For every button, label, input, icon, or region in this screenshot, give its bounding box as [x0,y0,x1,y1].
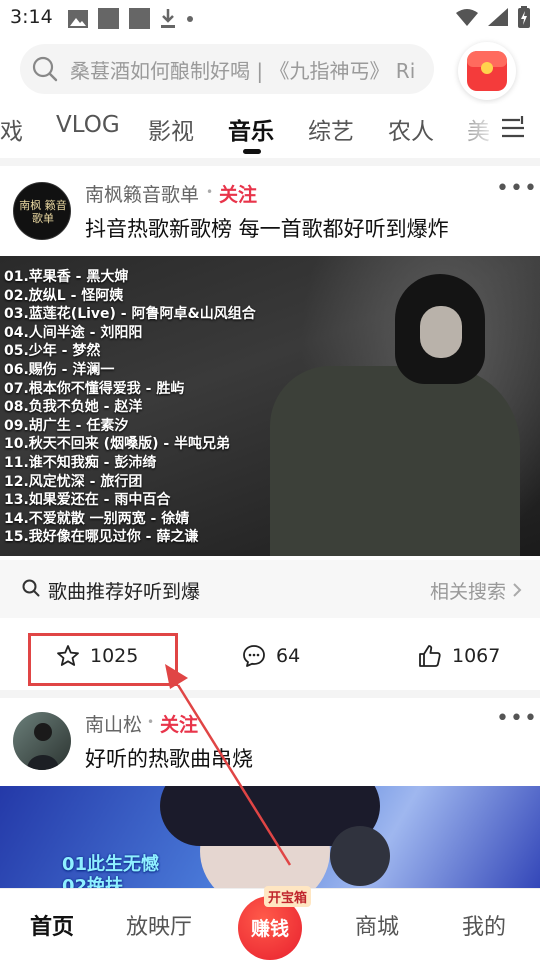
category-tabs: 戏 VLOG 影视 音乐 综艺 农人 美 [0,104,540,156]
tab-music[interactable]: 音乐 [228,112,274,146]
app-notification-icon [129,8,150,29]
tab-game[interactable]: 戏 [0,112,23,146]
active-tab-indicator [243,149,261,154]
song-item: 08.负我不负她 - 赵洋 [4,399,143,416]
avatar-figure [27,723,59,770]
app-notification-icon [98,8,119,29]
avatar[interactable]: 南枫 籁音歌单 [13,182,71,240]
song-list: 01.苹果香 - 黑大婶 02.放纵L - 怪阿姨 03.蓝莲花(Live) - 阿… [4,268,256,547]
red-packet-button[interactable] [458,42,516,100]
song-item: 12.风定忧深 - 旅行团 [4,473,143,490]
search-placeholder: 桑葚酒如何酿制好喝 | 《九指神丐》 Ri [70,59,416,83]
comment-count: 64 [276,645,301,667]
song-item: 13.如果爱还在 - 雨中百合 [4,492,171,509]
follow-button[interactable]: 关注 [219,180,257,207]
avatar[interactable] [13,712,71,770]
like-button[interactable]: 1067 [418,624,500,688]
song-item: 11.谁不知我痴 - 彭沛绮 [4,454,157,471]
nav-home[interactable]: 首页 [30,909,74,941]
nav-mall[interactable]: 商城 [355,909,399,941]
divider [0,690,540,698]
post-title[interactable]: 抖音热歌新歌榜 每一首歌都好听到爆炸 [85,213,449,243]
related-search-link[interactable]: 相关搜索 [430,577,506,604]
song-item: 04.人间半途 - 刘阳阳 [4,324,143,341]
nav-theater[interactable]: 放映厅 [126,909,192,941]
song-item: 06.赐伤 - 洋澜一 [4,361,115,378]
comment-icon [243,645,265,667]
thumbnail-figure-face [420,306,462,358]
song-item: 01.苹果香 - 黑大婶 [4,269,129,285]
more-options-icon[interactable]: ••• [496,706,538,731]
post-title[interactable]: 好听的热歌曲串烧 [85,743,253,773]
status-bar: 3:14 [0,0,540,36]
wifi-icon [456,9,478,26]
song-item: 05.少年 - 梦然 [4,343,101,360]
status-time: 3:14 [10,6,53,28]
channel-menu-icon[interactable] [500,116,526,140]
chevron-right-icon [513,583,522,597]
more-options-icon[interactable]: ••• [496,176,538,201]
author-name[interactable]: 南枫籁音歌单 [85,180,199,207]
nav-me[interactable]: 我的 [462,909,506,941]
search-icon [22,579,40,597]
song-item: 09.胡广生 - 任素汐 [4,417,129,434]
earn-label: 赚钱 [250,918,289,940]
search-icon [32,56,58,82]
like-count: 1067 [452,645,501,667]
song-item: 15.我好像在哪见过你 - 薛之谦 [4,529,199,546]
dot-icon [187,15,193,22]
tab-film[interactable]: 影视 [148,112,194,146]
related-search-bar[interactable]: 歌曲推荐好听到爆 相关搜索 [0,560,540,618]
song-item: 10.秋天不回来 (烟嗓版) - 半吨兄弟 [4,436,231,453]
tab-farmer[interactable]: 农人 [388,112,434,146]
author-name[interactable]: 南山松 [85,710,142,737]
battery-icon [518,6,530,28]
video-thumbnail[interactable]: 01此生无憾 02挽扶 [0,786,540,890]
treasure-box-badge[interactable]: 开宝箱 [264,886,312,907]
separator-dot: • [147,715,155,729]
song-item: 02.放纵L - 怪阿姨 [4,287,124,304]
follow-button[interactable]: 关注 [160,710,198,737]
separator-dot: • [206,185,214,199]
download-icon [161,8,175,28]
song-item: 14.不爱就散 一别两宽 - 徐婧 [4,510,190,527]
tab-variety[interactable]: 综艺 [308,112,354,146]
system-icons [456,6,530,28]
thumbnail-figure [270,366,520,556]
avatar-logo-text: 南枫 籁音歌单 [19,199,67,225]
divider [0,158,540,166]
notification-icons [68,8,194,29]
search-bar[interactable]: 桑葚酒如何酿制好喝 | 《九指神丐》 Ri [20,44,434,94]
video-thumbnail[interactable]: 01.苹果香 - 黑大婶 02.放纵L - 怪阿姨 03.蓝莲花(Live) - 阿… [0,256,540,556]
song-item: 03.蓝莲花(Live) - 阿鲁阿卓&山风组合 [4,306,256,323]
signal-icon [488,8,508,26]
related-query: 歌曲推荐好听到爆 [48,581,201,603]
thumbs-up-icon [419,645,441,667]
tab-fade [440,104,500,156]
highlight-box [28,633,178,686]
red-packet-coin [481,62,493,74]
comment-button[interactable]: 64 [242,624,300,688]
gallery-icon [68,9,88,28]
song-item: 07.根本你不懂得爱我 - 胜屿 [4,380,185,397]
microphone [330,826,390,886]
tab-vlog[interactable]: VLOG [56,112,120,138]
